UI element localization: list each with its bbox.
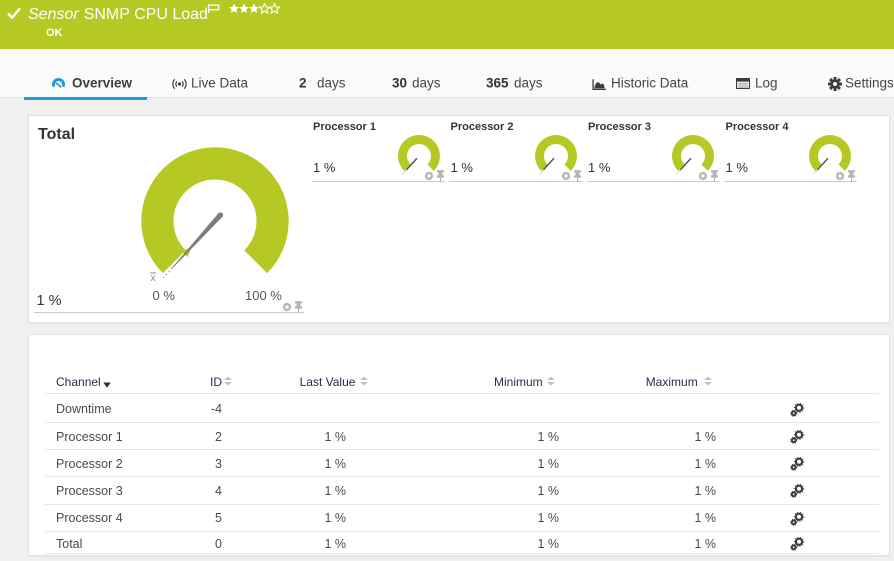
svg-text:x: x — [150, 273, 155, 284]
